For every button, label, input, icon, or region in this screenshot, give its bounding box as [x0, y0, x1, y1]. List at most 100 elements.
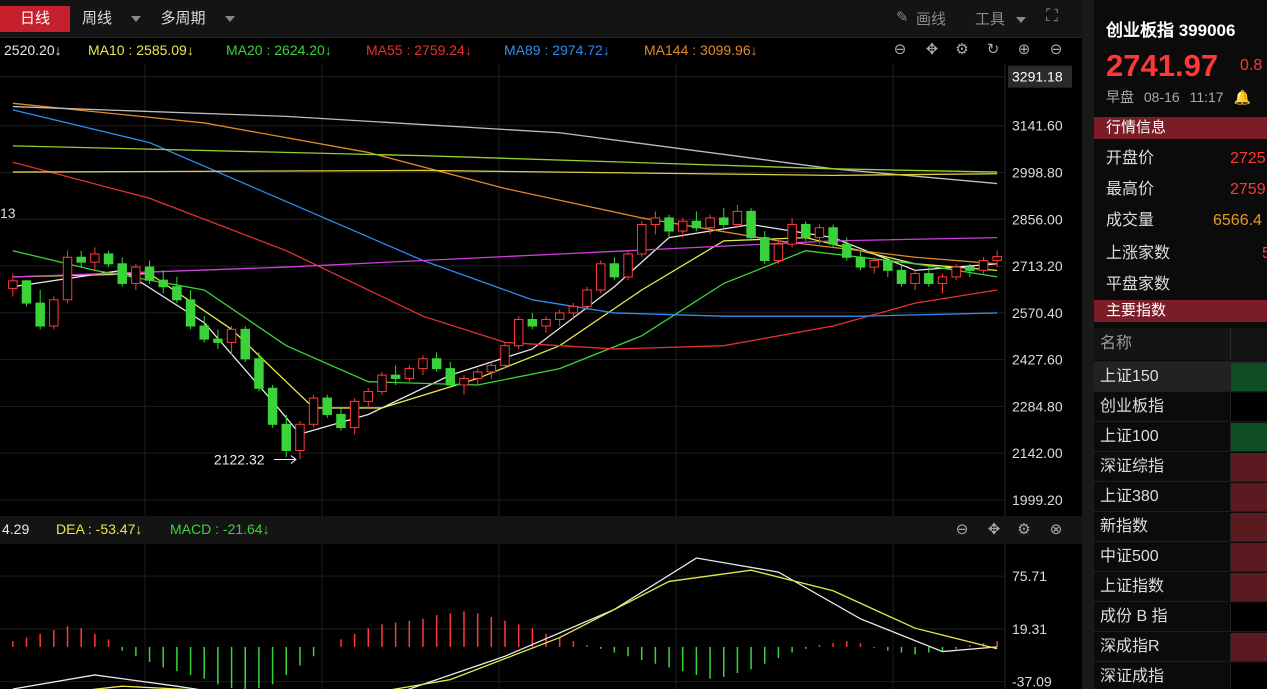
index-row[interactable]: 成份 B 指	[1094, 601, 1267, 631]
draw-line-button[interactable]: 画线	[916, 8, 946, 29]
macd-chart[interactable]: 75.71 19.31 -37.09	[0, 544, 1082, 689]
candle-body	[281, 423, 291, 451]
candle-body	[35, 302, 45, 327]
minimize-icon[interactable]: ⊖	[1047, 41, 1065, 59]
index-row-name: 成份 B 指	[1100, 608, 1168, 625]
quote-date: 08-16	[1143, 89, 1180, 105]
draw-line-icon[interactable]: ✎	[896, 8, 909, 26]
macd-settings-icon[interactable]: ⚙	[1014, 520, 1034, 540]
candle-body	[472, 371, 483, 379]
candle-body	[787, 223, 797, 245]
panel-divider[interactable]	[1082, 0, 1094, 689]
down-arrow-icon: ↓	[186, 42, 194, 58]
tools-button[interactable]: 工具	[975, 8, 1005, 29]
candle-body	[801, 223, 811, 239]
index-row-name: 上证150	[1100, 368, 1159, 385]
candle-body	[349, 400, 360, 429]
info-label: 成交量	[1106, 212, 1155, 229]
index-change-swatch	[1230, 453, 1267, 481]
index-row[interactable]: 上证150	[1094, 361, 1267, 391]
candle-body	[363, 391, 374, 402]
index-row[interactable]: 上证指数	[1094, 571, 1267, 601]
index-row-name: 上证380	[1100, 488, 1159, 505]
ma-legend-item: MA144 : 3099.96↓	[644, 42, 758, 58]
index-row[interactable]: 中证500	[1094, 541, 1267, 571]
candle-body	[910, 273, 920, 284]
macd-legend-item: DEA : -53.47↓	[56, 521, 143, 537]
settings-gear-icon[interactable]: ⚙	[953, 41, 971, 59]
quote-time: 11:17	[1189, 89, 1224, 105]
candle-body	[418, 358, 428, 370]
zoom-in-icon[interactable]: ⊕	[1015, 41, 1033, 59]
info-label: 上涨家数	[1106, 245, 1171, 262]
index-row[interactable]: 上证100	[1094, 421, 1267, 451]
index-change-swatch	[1230, 423, 1267, 451]
index-row-name: 深成指R	[1100, 638, 1160, 655]
candle-body	[828, 227, 838, 245]
weekly-dropdown-icon[interactable]	[131, 16, 141, 22]
candle-body	[336, 413, 346, 429]
candle-body	[924, 273, 934, 284]
kline-chart[interactable]: 3291.18 3141.60 2998.80 2856.00 2713.20 2570.…	[0, 64, 1082, 516]
bell-icon[interactable]: 🔔	[1233, 89, 1250, 105]
index-row[interactable]: 深证成指	[1094, 661, 1267, 689]
macd-move-icon[interactable]: ✥	[984, 520, 1004, 540]
candle-body	[595, 263, 606, 291]
macd-close-icon[interactable]: ⊗	[1046, 520, 1066, 540]
candle-body	[90, 253, 100, 263]
macd-legend-item: MACD : -21.64↓	[170, 521, 270, 537]
candle-body	[254, 358, 264, 389]
candle-body	[377, 374, 387, 393]
candle-body	[500, 345, 510, 366]
chart-area[interactable]: 日线 周线 多周期 ✎ 画线 工具 ⛶ 2520.20↓ MA10 : 2585.…	[0, 0, 1082, 689]
zoom-out-icon[interactable]: ⊖	[891, 41, 909, 59]
index-row[interactable]: 新指数	[1094, 511, 1267, 541]
info-label: 平盘家数	[1106, 276, 1171, 293]
session-label: 早盘	[1106, 89, 1134, 105]
tools-dropdown-icon[interactable]	[1016, 17, 1026, 23]
info-value: 5	[1262, 245, 1267, 262]
candle-body	[322, 397, 333, 415]
index-change-swatch	[1230, 633, 1267, 661]
candle-body	[117, 263, 127, 284]
move-icon[interactable]: ✥	[923, 41, 941, 59]
y-tick-label: 2142.00	[1012, 445, 1063, 461]
candle-body	[855, 256, 866, 268]
index-row[interactable]: 深证综指	[1094, 451, 1267, 481]
info-row-open: 开盘价 2725	[1094, 143, 1267, 174]
candle-body	[390, 374, 401, 379]
refresh-icon[interactable]: ↻	[984, 41, 1002, 59]
macd-zoom-out-icon[interactable]: ⊖	[952, 520, 972, 540]
candle-body	[240, 328, 250, 360]
candle-body	[541, 318, 551, 327]
candle-body	[185, 299, 196, 327]
candle-body	[978, 260, 989, 271]
candle-body	[103, 253, 114, 265]
down-arrow-icon: ↓	[262, 521, 270, 537]
index-row[interactable]: 深成指R	[1094, 631, 1267, 661]
candle-body	[650, 217, 661, 225]
y-tick-label: 75.71	[1012, 568, 1047, 584]
index-change-swatch	[1230, 573, 1267, 601]
candle-body	[636, 223, 647, 255]
ma-legend-item: MA89 : 2974.72↓	[504, 42, 610, 58]
index-change-swatch	[1230, 393, 1267, 421]
tab-daily[interactable]: 日线	[0, 6, 70, 32]
index-row[interactable]: 上证380	[1094, 481, 1267, 511]
candle-body	[677, 220, 688, 232]
macd-legend-item: 4.29	[2, 521, 30, 537]
multi-period-dropdown-icon[interactable]	[225, 16, 235, 22]
y-tick-label: 2427.60	[1012, 352, 1063, 368]
fullscreen-icon[interactable]: ⛶	[1046, 6, 1058, 26]
candle-body	[527, 318, 538, 327]
candle-body	[308, 397, 319, 425]
index-row[interactable]: 创业板指	[1094, 391, 1267, 421]
macd-legend-bar: 4.29 DEA : -53.47↓ MACD : -21.64↓	[0, 516, 1082, 544]
index-change-swatch	[1230, 543, 1267, 571]
tab-multi-period[interactable]: 多周期	[150, 6, 216, 32]
candle-body	[992, 256, 1002, 262]
y-tick-label: 3291.18	[1012, 69, 1063, 85]
index-row-name: 创业板指	[1100, 398, 1165, 415]
candle-body	[883, 260, 893, 271]
tab-weekly[interactable]: 周线	[72, 6, 122, 32]
